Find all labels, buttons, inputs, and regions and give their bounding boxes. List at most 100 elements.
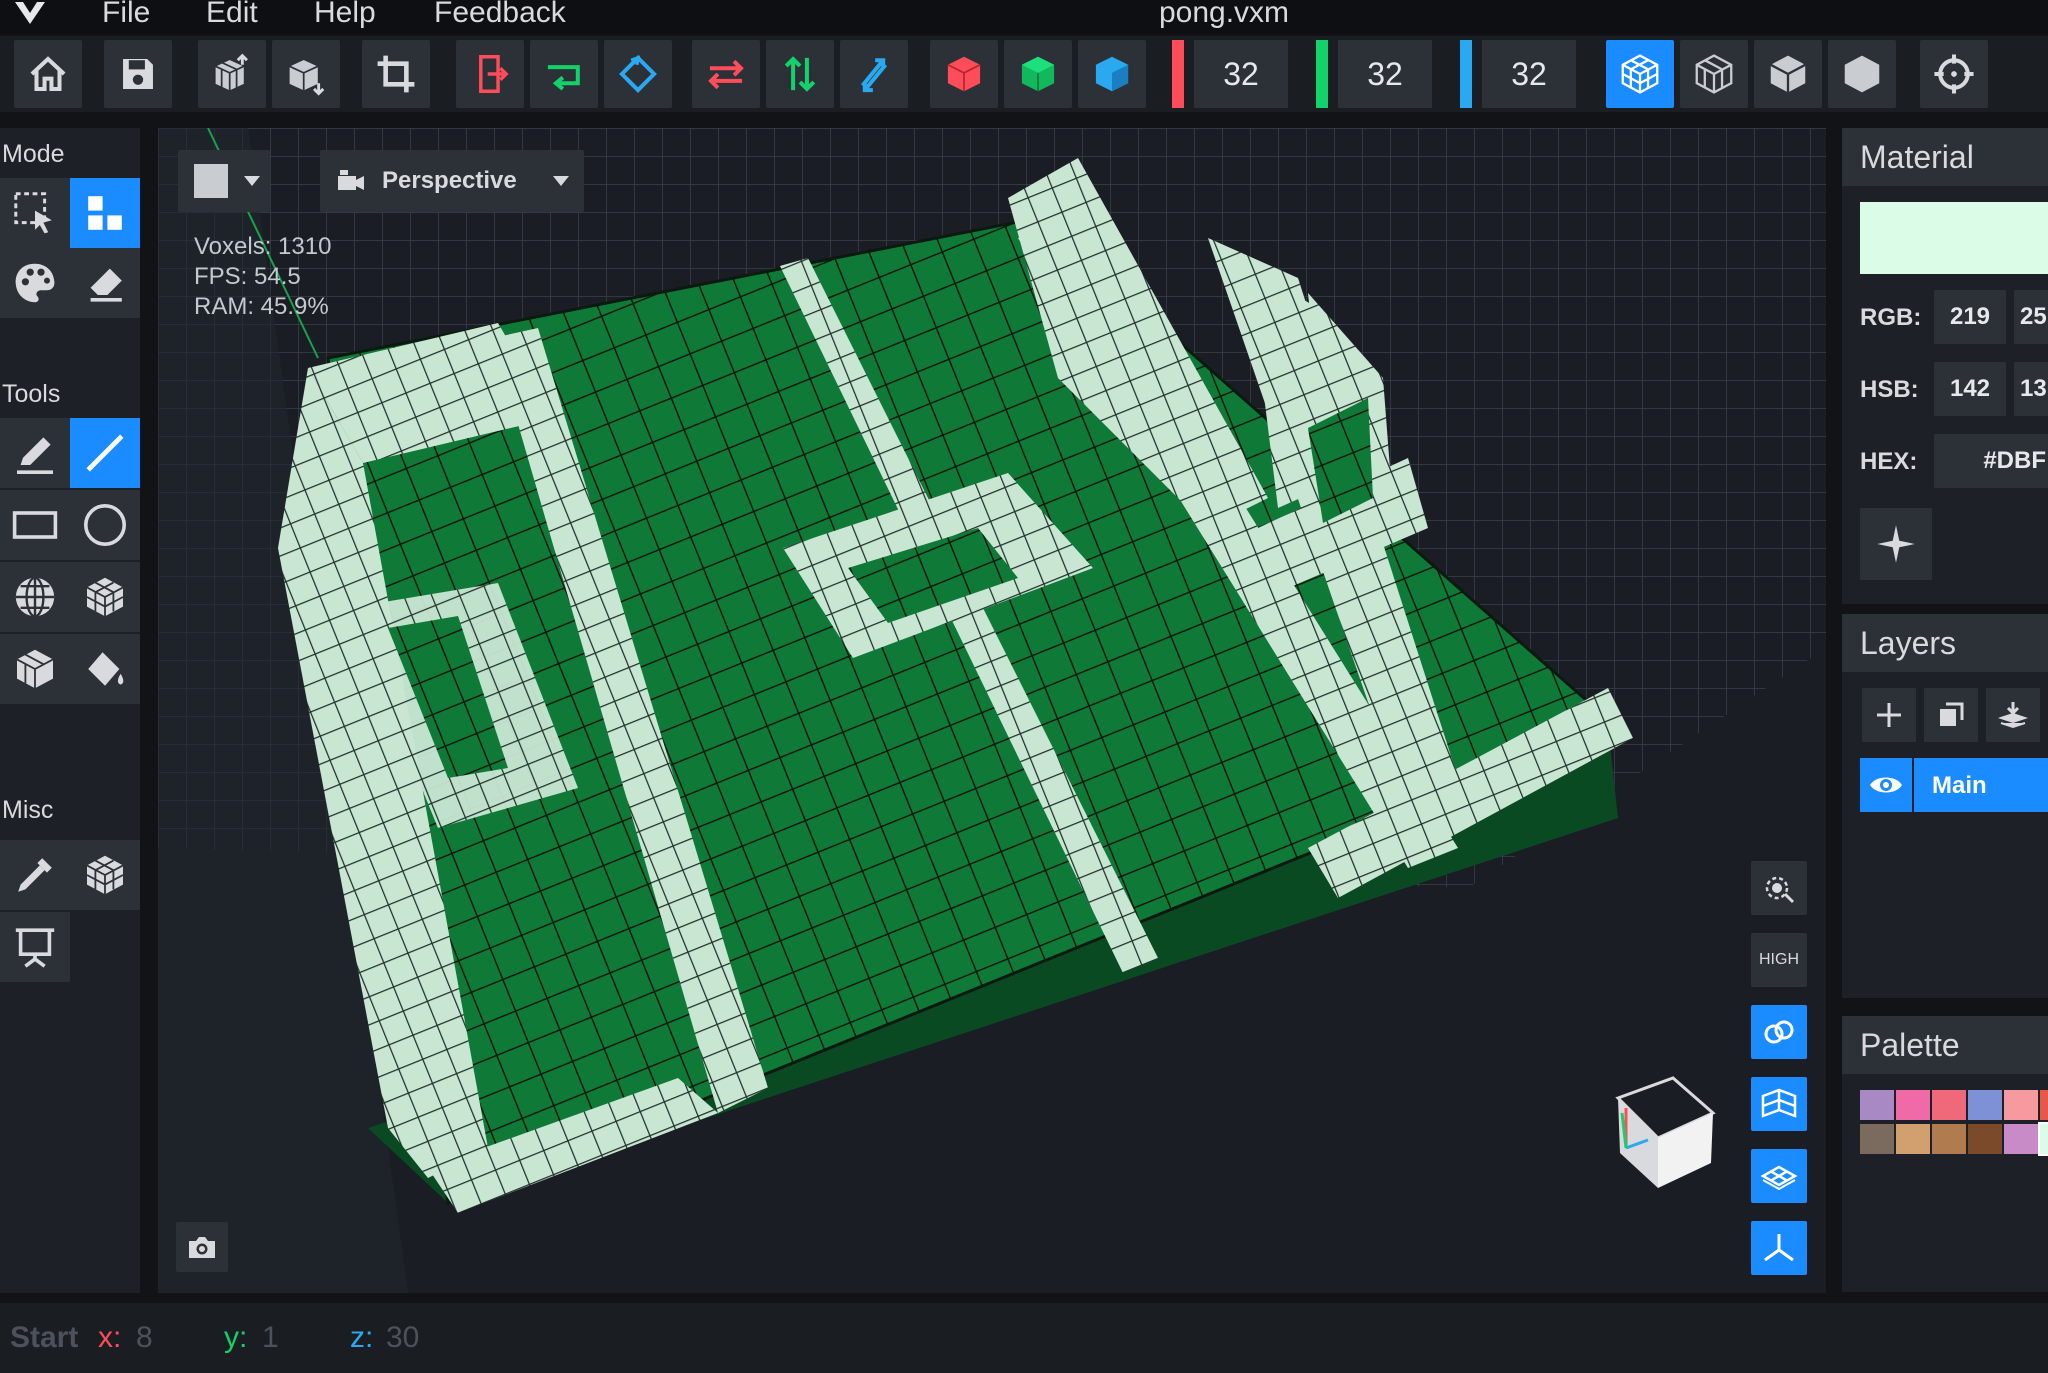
mirror-x-button[interactable] — [456, 40, 524, 108]
screenshot-button[interactable] — [176, 1222, 228, 1272]
render-shaded-button[interactable] — [1754, 40, 1822, 108]
palette-swatch[interactable] — [1896, 1090, 1930, 1120]
duplicate-layer-button[interactable] — [1924, 688, 1978, 742]
erase-mode-button[interactable] — [70, 248, 140, 318]
home-icon — [30, 56, 66, 91]
menu-file[interactable]: File — [102, 0, 150, 30]
box-tool-button[interactable] — [70, 562, 140, 632]
fill-tool-button[interactable] — [70, 634, 140, 704]
palette-swatch[interactable] — [1896, 1124, 1930, 1154]
dim-x-input[interactable]: 32 — [1194, 40, 1288, 108]
menu-help[interactable]: Help — [314, 0, 376, 30]
rotate-z-button[interactable] — [1078, 40, 1146, 108]
voxel-scene[interactable] — [158, 128, 1826, 1293]
import-voxels-button[interactable] — [198, 40, 266, 108]
save-button[interactable] — [104, 40, 172, 108]
wall-grid-button[interactable] — [1751, 1077, 1807, 1131]
layer-row-main[interactable]: Main — [1860, 758, 2048, 812]
pencil-tool-button[interactable] — [0, 418, 70, 488]
palette-swatch[interactable] — [2004, 1124, 2038, 1154]
paint-bucket-icon — [88, 652, 124, 686]
flip-z-button[interactable] — [840, 40, 908, 108]
render-quality-button[interactable]: HIGH — [1751, 933, 1807, 987]
orientation-cube-icon[interactable] — [1598, 1068, 1728, 1198]
view-mode-label: Perspective — [382, 167, 517, 194]
sphere-grid-icon — [15, 576, 55, 618]
plus-icon — [1877, 703, 1901, 727]
voxel-cube-icon — [86, 577, 124, 617]
status-x-label: x: — [98, 1321, 122, 1354]
render-outline-button[interactable] — [1680, 40, 1748, 108]
export-voxels-button[interactable] — [272, 40, 340, 108]
layer-visibility-toggle[interactable] — [1860, 758, 1914, 812]
palette-swatch[interactable] — [1860, 1124, 1894, 1154]
rgb-label: RGB: — [1860, 304, 1922, 331]
3d-viewport[interactable]: Perspective Voxels: 1310 FPS: 54.5 RAM: … — [158, 128, 1826, 1293]
palette-swatch[interactable] — [2040, 1090, 2048, 1120]
voxel-info-button[interactable] — [70, 840, 140, 910]
emission-button[interactable] — [1860, 508, 1932, 580]
merge-layer-button[interactable] — [1986, 688, 2040, 742]
palette-swatch[interactable] — [1860, 1090, 1894, 1120]
presentation-board-icon — [15, 928, 55, 968]
palette-swatch[interactable] — [1932, 1090, 1966, 1120]
view-mode-dropdown[interactable]: Perspective — [320, 150, 584, 212]
flip-x-button[interactable] — [692, 40, 760, 108]
hsb-s-input[interactable]: 13 — [2014, 362, 2048, 416]
hsb-h-input[interactable]: 142 — [1934, 362, 2006, 416]
color-dropdown[interactable] — [178, 150, 270, 212]
rgb-g-input[interactable]: 25 — [2014, 290, 2048, 344]
rectangle-tool-button[interactable] — [0, 490, 70, 560]
mirror-z-icon — [619, 55, 657, 93]
eraser-icon — [90, 268, 122, 302]
app-logo-icon[interactable] — [12, 0, 48, 30]
mirror-z-button[interactable] — [604, 40, 672, 108]
rotate-x-button[interactable] — [930, 40, 998, 108]
left-tool-panel: Mode Tools Misc — [0, 128, 140, 1293]
palette-swatch[interactable] — [2004, 1090, 2038, 1120]
rgb-r-input[interactable]: 219 — [1934, 290, 2006, 344]
home-button[interactable] — [14, 40, 82, 108]
dim-y-input[interactable]: 32 — [1338, 40, 1432, 108]
rotate-y-icon — [1021, 56, 1055, 92]
eyedropper-button[interactable] — [0, 840, 70, 910]
center-view-button[interactable] — [1920, 40, 1988, 108]
menu-feedback[interactable]: Feedback — [434, 0, 566, 30]
extrude-tool-button[interactable] — [0, 634, 70, 704]
menu-edit[interactable]: Edit — [206, 0, 258, 30]
crop-button[interactable] — [362, 40, 430, 108]
palette-swatch[interactable] — [1932, 1124, 1966, 1154]
rotate-y-button[interactable] — [1004, 40, 1072, 108]
orbit-link-button[interactable] — [1751, 1005, 1807, 1059]
palette-swatch[interactable] — [1968, 1124, 2002, 1154]
chevron-down-icon — [552, 176, 569, 186]
mirror-y-button[interactable] — [530, 40, 598, 108]
flip-z-icon — [860, 58, 888, 93]
voxel-blocks-icon — [88, 196, 122, 230]
misc-section-label: Misc — [2, 796, 54, 824]
floor-grid-button[interactable] — [1751, 1149, 1807, 1203]
line-tool-button[interactable] — [70, 418, 140, 488]
flip-y-button[interactable] — [766, 40, 834, 108]
document-title: pong.vxm — [1158, 0, 1290, 29]
sphere-tool-button[interactable] — [0, 562, 70, 632]
circle-tool-button[interactable] — [70, 490, 140, 560]
palette-swatch[interactable] — [1968, 1090, 2002, 1120]
presentation-button[interactable] — [0, 912, 70, 982]
material-color-preview[interactable] — [1860, 202, 2048, 274]
circle-icon — [84, 504, 126, 546]
render-wireframe-button[interactable] — [1606, 40, 1674, 108]
dim-z-input[interactable]: 32 — [1482, 40, 1576, 108]
paint-mode-button[interactable] — [0, 248, 70, 318]
camera-icon — [189, 1237, 215, 1258]
hex-input[interactable]: #DBF — [1934, 434, 2048, 488]
voxel-mode-button[interactable] — [70, 178, 140, 248]
add-layer-button[interactable] — [1862, 688, 1916, 742]
focus-target-icon — [1765, 876, 1795, 904]
axes-toggle-button[interactable] — [1751, 1221, 1807, 1275]
focus-view-button[interactable] — [1751, 861, 1807, 915]
status-y-value: 1 — [262, 1321, 279, 1354]
palette-swatch[interactable] — [2038, 1122, 2048, 1156]
render-solid-button[interactable] — [1828, 40, 1896, 108]
select-mode-button[interactable] — [0, 178, 70, 248]
